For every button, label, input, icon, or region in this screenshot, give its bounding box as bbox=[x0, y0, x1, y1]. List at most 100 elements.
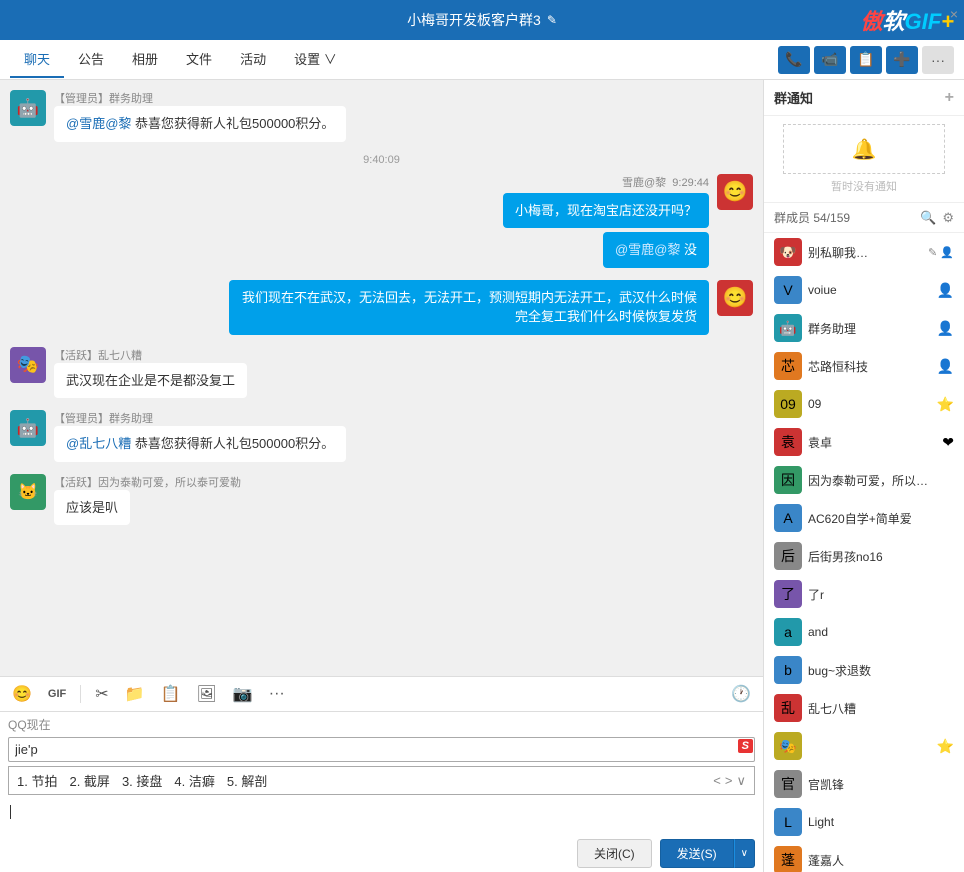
cand-5[interactable]: 5. 解剖 bbox=[227, 771, 267, 790]
close-button[interactable]: 关闭(C) bbox=[577, 839, 652, 868]
gif-button[interactable]: GIF bbox=[44, 686, 70, 702]
member-name: 乱七八糟 bbox=[808, 700, 954, 717]
msg-row-left: 🎭 【活跃】乱七八糟 武汉现在企业是不是都没复工 bbox=[10, 347, 753, 399]
member-badge: 👤 bbox=[937, 320, 954, 337]
more-button[interactable]: ··· bbox=[922, 46, 954, 74]
member-avatar: 🎭 bbox=[774, 732, 802, 760]
member-avatar: A bbox=[774, 504, 802, 532]
cut-button[interactable]: ✂ bbox=[91, 682, 112, 706]
msg-row-right-long: 😊 我们现在不在武汉，无法回去，无法开工，预测短期内无法开工，武汉什么时候完全复… bbox=[10, 280, 753, 335]
nav-bar: 聊天 公告 相册 文件 活动 设置 ∨ 📞 📹 📋 ➕ ··· bbox=[0, 40, 964, 80]
member-avatar: 后 bbox=[774, 542, 802, 570]
list-item[interactable]: 09 09 ⭐ bbox=[764, 385, 964, 423]
list-item[interactable]: 🎭 ⭐ bbox=[764, 727, 964, 765]
time-button[interactable]: 🕐 bbox=[727, 682, 755, 706]
prev-cand[interactable]: < bbox=[713, 773, 721, 789]
cand-2[interactable]: 2. 截屏 bbox=[69, 771, 109, 790]
list-item[interactable]: 蓬 蓬嘉人 bbox=[764, 841, 964, 872]
member-badge: ❤ bbox=[942, 434, 954, 451]
list-item[interactable]: 袁 袁卓 ❤ bbox=[764, 423, 964, 461]
toolbar: 😊 GIF ✂ 📁 📋 🖼 📷 ··· 🕐 bbox=[0, 676, 763, 712]
nav-notice[interactable]: 公告 bbox=[64, 41, 118, 78]
cand-1[interactable]: 1. 节拍 bbox=[17, 771, 57, 790]
text-input[interactable] bbox=[8, 737, 755, 762]
cand-4[interactable]: 4. 洁癖 bbox=[174, 771, 214, 790]
nav-settings[interactable]: 设置 ∨ bbox=[280, 41, 351, 78]
header-title: 小梅哥开发板客户群3 ✎ bbox=[407, 10, 557, 30]
screen-button[interactable]: 📋 bbox=[850, 46, 882, 74]
input-wrapper: S bbox=[8, 737, 755, 762]
list-item[interactable]: b bug~求退数 bbox=[764, 651, 964, 689]
avatar-right-long: 😊 bbox=[717, 280, 753, 316]
image-button[interactable]: 🖼 bbox=[193, 682, 221, 706]
send-button[interactable]: 发送(S) bbox=[660, 839, 734, 868]
nav-file[interactable]: 文件 bbox=[172, 41, 226, 78]
notice-add-icon[interactable]: + bbox=[945, 89, 954, 107]
send-dropdown-button[interactable]: ∨ bbox=[734, 839, 755, 868]
avatar: 🤖 bbox=[10, 90, 46, 126]
emoji-button[interactable]: 😊 bbox=[8, 682, 36, 706]
ime-candidates: 1. 节拍 2. 截屏 3. 接盘 4. 洁癖 5. 解剖 < > ∨ bbox=[8, 766, 755, 795]
member-avatar: 🤖 bbox=[774, 314, 802, 342]
msg-content: 【管理员】群务助理 @雪鹿@黎 恭喜您获得新人礼包500000积分。 bbox=[54, 90, 346, 142]
msg-content-long: 我们现在不在武汉，无法回去，无法开工，预测短期内无法开工，武汉什么时候完全复工我… bbox=[229, 280, 709, 335]
nav-activity[interactable]: 活动 bbox=[226, 41, 280, 78]
member-name: bug~求退数 bbox=[808, 662, 954, 679]
sidebar: 群通知 + 🔔 暂时没有通知 群成员 54/159 🔍 ⚙ 🐶 别私聊我… ✎ … bbox=[764, 80, 964, 872]
bubble-long: 我们现在不在武汉，无法回去，无法开工，预测短期内无法开工，武汉什么时候完全复工我… bbox=[229, 280, 709, 335]
members-header-icons: 🔍 ⚙ bbox=[920, 210, 954, 226]
ime-badge: S bbox=[738, 739, 753, 753]
send-group: 发送(S) ∨ bbox=[660, 839, 755, 868]
capture-button[interactable]: 📷 bbox=[229, 682, 257, 706]
notice-box-icon: 🔔 bbox=[852, 137, 877, 162]
member-name: 袁卓 bbox=[808, 434, 936, 451]
list-item[interactable]: L Light bbox=[764, 803, 964, 841]
list-item[interactable]: 官 官凯锋 bbox=[764, 765, 964, 803]
input-bottom: 关闭(C) 发送(S) ∨ bbox=[0, 835, 763, 872]
member-list[interactable]: 🐶 别私聊我… ✎ 👤 V voiue 👤 🤖 群务助理 👤 芯 芯路恒科技 👤… bbox=[764, 233, 964, 872]
list-item[interactable]: A AC620自学+简单爱 bbox=[764, 499, 964, 537]
list-item[interactable]: 后 后街男孩no16 bbox=[764, 537, 964, 575]
member-name: AC620自学+简单爱 bbox=[808, 510, 954, 527]
video-button[interactable]: 📹 bbox=[814, 46, 846, 74]
nav-chat[interactable]: 聊天 bbox=[10, 41, 64, 78]
cand-3[interactable]: 3. 接盘 bbox=[122, 771, 162, 790]
msg-content-left: 【活跃】乱七八糟 武汉现在企业是不是都没复工 bbox=[54, 347, 247, 399]
list-item[interactable]: 🐶 别私聊我… ✎ 👤 bbox=[764, 233, 964, 271]
member-name: Light bbox=[808, 815, 954, 829]
member-avatar: L bbox=[774, 808, 802, 836]
edit-icon[interactable]: ✎ bbox=[547, 13, 557, 27]
member-badge: ⭐ bbox=[937, 738, 954, 755]
input-label: QQ现在 bbox=[0, 712, 763, 733]
member-badge: ⭐ bbox=[937, 396, 954, 413]
list-item[interactable]: 了 了r bbox=[764, 575, 964, 613]
search-members-icon[interactable]: 🔍 bbox=[920, 210, 936, 226]
messages-container[interactable]: 🤖 【管理员】群务助理 @雪鹿@黎 恭喜您获得新人礼包500000积分。 × 9… bbox=[0, 80, 763, 676]
member-settings-icon[interactable]: ⚙ bbox=[942, 210, 954, 226]
more-tools-button[interactable]: ··· bbox=[265, 683, 289, 705]
member-avatar: 乱 bbox=[774, 694, 802, 722]
bubble-system2: @乱七八糟 恭喜您获得新人礼包500000积分。 bbox=[54, 426, 346, 462]
member-avatar: 袁 bbox=[774, 428, 802, 456]
msg-meta-right: 雪鹿@黎 9:29:44 bbox=[503, 174, 709, 190]
list-item[interactable]: 因 因为泰勒可爱，所以… bbox=[764, 461, 964, 499]
list-item[interactable]: a and bbox=[764, 613, 964, 651]
list-item[interactable]: 芯 芯路恒科技 👤 bbox=[764, 347, 964, 385]
msg-row-right: 😊 雪鹿@黎 9:29:44 小梅哥，现在淘宝店还没开吗？ @雪鹿@黎 没 bbox=[10, 174, 753, 268]
members-count: 群成员 54/159 bbox=[774, 209, 850, 226]
list-item[interactable]: V voiue 👤 bbox=[764, 271, 964, 309]
clipboard-button[interactable]: 📋 bbox=[157, 682, 185, 706]
mention: @雪鹿@黎 bbox=[66, 116, 131, 131]
add-button[interactable]: ➕ bbox=[886, 46, 918, 74]
member-badge: 👤 bbox=[937, 358, 954, 375]
expand-cand[interactable]: ∨ bbox=[736, 773, 746, 789]
avatar-system2: 🤖 bbox=[10, 410, 46, 446]
next-cand[interactable]: > bbox=[725, 773, 733, 789]
members-header: 群成员 54/159 🔍 ⚙ bbox=[764, 203, 964, 233]
nav-album[interactable]: 相册 bbox=[118, 41, 172, 78]
list-item[interactable]: 乱 乱七八糟 bbox=[764, 689, 964, 727]
list-item[interactable]: 🤖 群务助理 👤 bbox=[764, 309, 964, 347]
folder-button[interactable]: 📁 bbox=[121, 682, 149, 706]
role-label-active: 【活跃】乱七八糟 bbox=[54, 347, 247, 363]
phone-button[interactable]: 📞 bbox=[778, 46, 810, 74]
